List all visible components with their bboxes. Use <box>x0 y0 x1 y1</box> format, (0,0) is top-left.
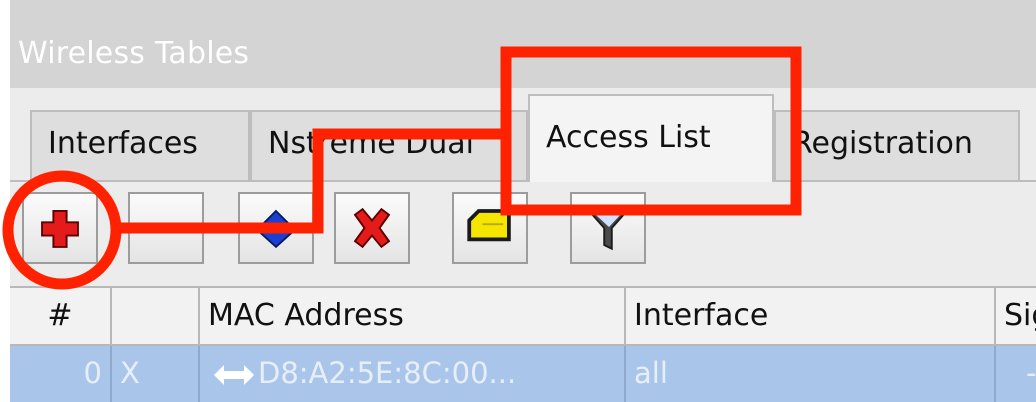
column-header-index[interactable]: # <box>10 286 112 346</box>
comment-icon <box>467 209 511 242</box>
disable-icon <box>353 207 391 249</box>
window-left-margin <box>0 0 10 402</box>
cell-index: 0 <box>10 346 112 402</box>
tab-label: Nstreme Dual <box>268 126 475 161</box>
tab-registration[interactable]: Registration <box>774 110 1020 180</box>
wireless-tables-window: Wireless Tables Interfaces Nstreme Dual … <box>0 0 1036 402</box>
column-header-flags[interactable] <box>112 286 200 346</box>
enable-button[interactable] <box>238 192 314 264</box>
cell-flag: X <box>112 346 200 402</box>
cell-interface: all <box>626 346 996 402</box>
tab-label: Access List <box>546 120 711 155</box>
tab-interfaces[interactable]: Interfaces <box>30 110 250 180</box>
tab-nstreme-dual[interactable]: Nstreme Dual <box>250 110 528 180</box>
add-button[interactable] <box>22 192 98 264</box>
tab-access-list[interactable]: Access List <box>528 94 774 182</box>
filter-icon <box>587 210 629 251</box>
access-rule-icon <box>214 365 254 385</box>
column-header-interface[interactable]: Interface <box>626 286 996 346</box>
window-title: Wireless Tables <box>18 36 250 71</box>
remove-icon <box>143 223 189 233</box>
add-icon <box>41 210 79 248</box>
disable-button[interactable] <box>334 192 410 264</box>
enable-icon <box>255 209 297 249</box>
filter-button[interactable] <box>570 192 646 264</box>
title-bar: Wireless Tables <box>0 0 1036 88</box>
tab-label: Interfaces <box>48 126 198 161</box>
tab-label: Registration <box>792 126 973 161</box>
column-header-signal[interactable]: Sig <box>996 286 1036 346</box>
remove-button[interactable] <box>128 192 204 264</box>
column-header-mac-address[interactable]: MAC Address <box>200 286 626 346</box>
cell-mac-address: D8:A2:5E:8C:00... <box>200 346 626 402</box>
comment-button[interactable] <box>452 192 528 264</box>
cell-signal: - <box>1026 356 1036 390</box>
